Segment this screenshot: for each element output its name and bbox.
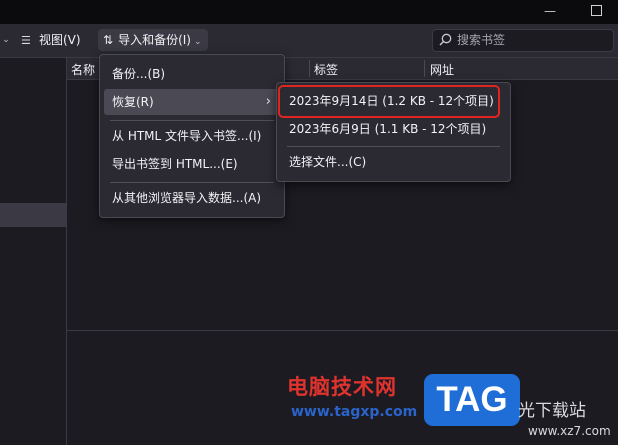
menu-item-restore[interactable]: 恢复(R) › <box>104 89 280 115</box>
search-input[interactable] <box>457 31 607 49</box>
list-icon: ☰ <box>21 34 31 47</box>
watermark-right-text: 光下载站 <box>518 401 586 421</box>
annotation-highlight-box <box>278 85 500 118</box>
folder-tree-pane[interactable] <box>0 58 67 445</box>
minimize-icon[interactable]: — <box>540 2 560 20</box>
tree-selected-item[interactable] <box>0 203 67 227</box>
menu-item-import-browser[interactable]: 从其他浏览器导入数据...(A) <box>104 185 280 211</box>
sort-arrows-icon: ⇅ <box>103 33 114 47</box>
import-backup-menu: 备份...(B) 恢复(R) › 从 HTML 文件导入书签...(I) 导出书签… <box>99 54 285 218</box>
menu-item-label: 恢复(R) <box>112 95 154 109</box>
column-header-tags[interactable]: 标签 <box>314 61 338 78</box>
search-box[interactable] <box>432 29 614 52</box>
menu-separator <box>287 146 500 147</box>
submenu-item-choose-file[interactable]: 选择文件...(C) <box>281 149 506 175</box>
menu-item-export-html[interactable]: 导出书签到 HTML...(E) <box>104 151 280 177</box>
column-header-name[interactable]: 名称 <box>71 61 95 78</box>
maximize-icon[interactable] <box>586 2 606 20</box>
menu-item-label: 从 HTML 文件导入书签...(I) <box>112 129 262 143</box>
menu-separator <box>110 120 274 121</box>
submenu-item-label: 选择文件...(C) <box>289 155 367 169</box>
menu-item-label: 备份...(B) <box>112 67 166 81</box>
title-bar <box>0 0 618 24</box>
menu-separator <box>110 182 274 183</box>
import-backup-label: 导入和备份(I) <box>118 33 191 47</box>
submenu-item-label: 2023年6月9日 (1.1 KB - 12个项目) <box>289 122 487 136</box>
search-icon <box>439 33 452 46</box>
menu-item-label: 从其他浏览器导入数据...(A) <box>112 191 262 205</box>
view-menu-button[interactable]: ☰ 视图(V) <box>17 29 85 51</box>
pane-divider[interactable] <box>67 330 618 331</box>
watermark-logo: TAG <box>424 374 520 426</box>
chevron-right-icon: › <box>265 94 271 109</box>
view-menu-label: 视图(V) <box>39 33 81 47</box>
column-header-url[interactable]: 网址 <box>430 61 454 78</box>
column-divider[interactable] <box>424 60 425 77</box>
chevron-down-icon[interactable]: ⌄ <box>0 29 12 51</box>
chevron-down-icon: ⌄ <box>193 37 202 47</box>
column-divider[interactable] <box>309 60 310 77</box>
menu-item-label: 导出书签到 HTML...(E) <box>112 157 238 171</box>
submenu-item-restore-2023-06-09[interactable]: 2023年6月9日 (1.1 KB - 12个项目) <box>281 116 506 142</box>
toolbar: ⌄ ☰ 视图(V) ⇅ 导入和备份(I) ⌄ <box>0 24 618 58</box>
watermark-site-url: www.tagxp.com <box>291 404 418 420</box>
import-backup-menu-button[interactable]: ⇅ 导入和备份(I) ⌄ <box>98 29 208 51</box>
menu-item-backup[interactable]: 备份...(B) <box>104 61 280 87</box>
watermark-site-name: 电脑技术网 <box>287 375 397 399</box>
watermark-right-url: www.xz7.com <box>528 424 611 438</box>
menu-item-import-html[interactable]: 从 HTML 文件导入书签...(I) <box>104 123 280 149</box>
